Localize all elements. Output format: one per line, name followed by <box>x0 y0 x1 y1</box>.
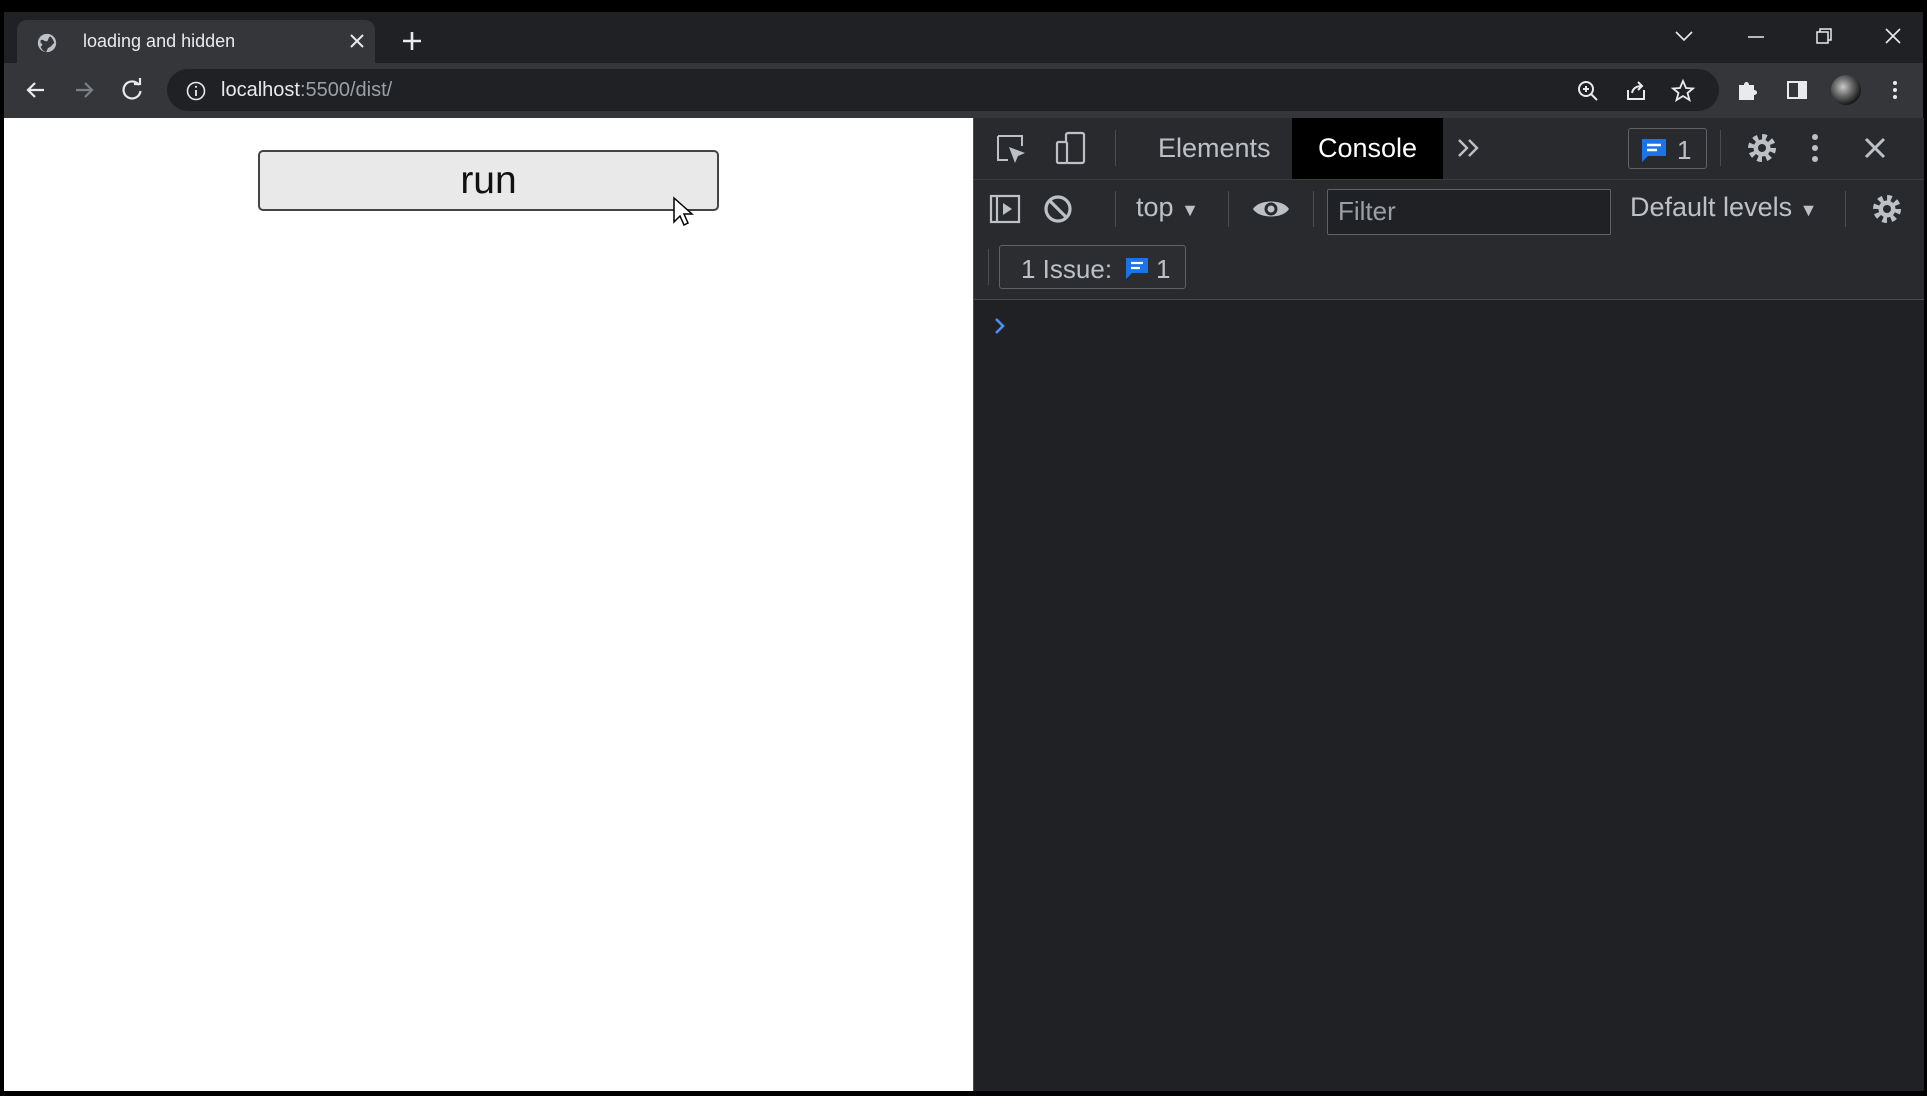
back-arrow-icon[interactable] <box>22 76 50 104</box>
info-icon[interactable] <box>185 80 207 102</box>
run-button[interactable]: run <box>258 150 719 211</box>
dropdown-arrow-icon: ▼ <box>1799 200 1818 220</box>
minimize-icon[interactable] <box>1742 22 1770 50</box>
kebab-menu-icon[interactable] <box>1881 76 1909 104</box>
separator <box>1115 191 1116 227</box>
tab-elements[interactable]: Elements <box>1135 118 1294 179</box>
issues-bar: 1 Issue: 1 <box>974 239 1924 300</box>
puzzle-icon[interactable] <box>1734 76 1762 104</box>
close-icon[interactable] <box>1879 22 1907 50</box>
plus-icon[interactable] <box>399 28 425 54</box>
tab-title: loading and hidden <box>83 31 236 51</box>
console-toolbar: top ▼ Filter Default levels ▼ <box>974 180 1924 239</box>
gear-icon[interactable] <box>1870 192 1904 226</box>
eye-icon[interactable] <box>1251 192 1291 226</box>
separator <box>988 249 989 285</box>
issues-label: 1 Issue: <box>1021 254 1113 284</box>
message-icon <box>1126 258 1148 279</box>
issues-badge[interactable]: 1 <box>1628 128 1707 169</box>
devtools-main-toolbar: Elements Console 1 <box>974 118 1924 180</box>
issues-button[interactable]: 1 Issue: 1 <box>999 245 1186 289</box>
prompt-chevron-icon <box>995 318 1005 334</box>
close-icon[interactable] <box>1858 131 1892 165</box>
context-label: top <box>1136 192 1174 222</box>
separator <box>1228 191 1229 227</box>
star-icon[interactable] <box>1670 78 1696 104</box>
dropdown-arrow-icon: ▼ <box>1181 200 1199 220</box>
inspect-icon[interactable] <box>994 132 1028 166</box>
gear-icon[interactable] <box>1745 131 1779 165</box>
zoom-icon[interactable] <box>1575 78 1601 104</box>
separator <box>1313 191 1314 227</box>
address-bar[interactable]: localhost:5500/dist/ <box>167 69 1719 111</box>
sidebar-toggle-icon[interactable] <box>988 192 1022 226</box>
share-icon[interactable] <box>1623 78 1649 104</box>
url-host: localhost <box>221 79 300 101</box>
double-chevron-icon[interactable] <box>1452 132 1486 166</box>
url-path: :5500/dist/ <box>299 79 393 101</box>
forward-arrow-icon[interactable] <box>70 76 98 104</box>
context-selector[interactable]: top ▼ <box>1136 192 1199 223</box>
restore-icon[interactable] <box>1810 22 1838 50</box>
reload-icon[interactable] <box>118 76 146 104</box>
url-text: localhost:5500/dist/ <box>221 79 392 102</box>
log-levels-label: Default levels <box>1630 192 1793 222</box>
separator <box>1720 130 1721 166</box>
separator <box>1115 130 1116 166</box>
side-panel-icon[interactable] <box>1783 76 1811 104</box>
filter-input[interactable]: Filter <box>1327 189 1611 235</box>
browser-tab[interactable]: loading and hidden <box>17 20 375 63</box>
block-icon[interactable] <box>1041 192 1075 226</box>
message-icon <box>1642 139 1666 162</box>
avatar[interactable] <box>1831 75 1861 105</box>
browser-toolbar: localhost:5500/dist/ <box>4 63 1923 118</box>
tab-console[interactable]: Console <box>1292 118 1444 179</box>
tab-strip: loading and hidden <box>4 12 1923 63</box>
kebab-menu-icon[interactable] <box>1798 131 1832 165</box>
log-levels-dropdown[interactable]: Default levels ▼ <box>1630 192 1817 223</box>
chevron-down-icon[interactable] <box>1670 22 1698 50</box>
devtools-panel: Elements Console 1 top ▼ Filter Default … <box>973 118 1924 1091</box>
issues-count: 1 <box>1677 135 1692 165</box>
close-icon[interactable] <box>347 31 367 51</box>
globe-icon <box>37 33 57 53</box>
screen: loading and hidden localhost:5500/dist/ … <box>0 0 1927 1096</box>
issues-bar-count: 1 <box>1156 254 1171 284</box>
device-icon[interactable] <box>1054 131 1088 165</box>
page-viewport: run <box>4 118 973 1091</box>
separator <box>1845 191 1846 227</box>
mouse-pointer-icon <box>673 196 694 227</box>
